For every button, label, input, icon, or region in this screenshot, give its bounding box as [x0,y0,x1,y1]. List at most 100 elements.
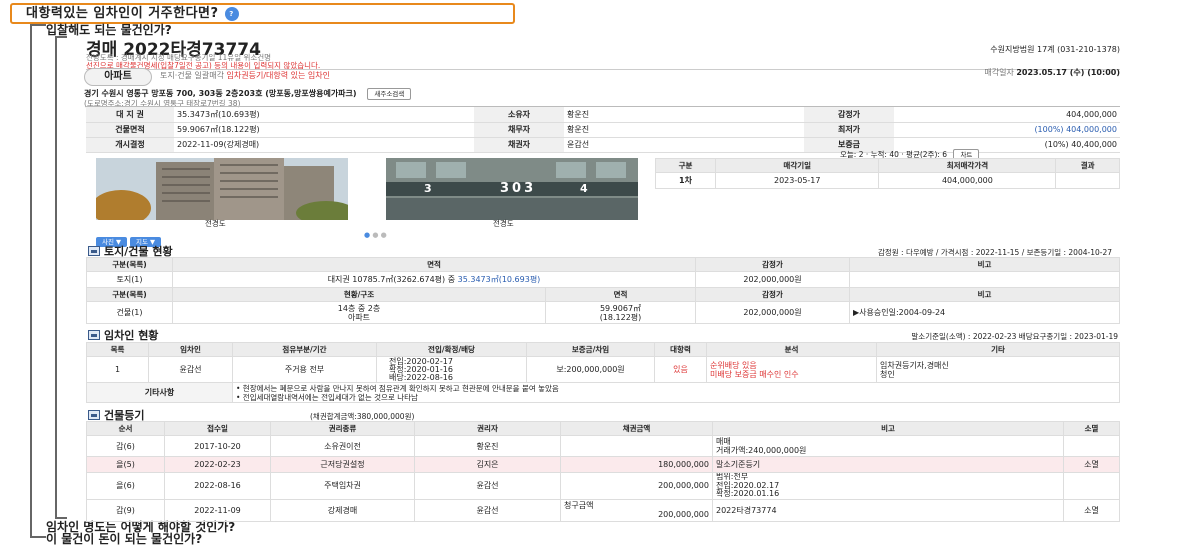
tenant-analysis-2: 미배당 보증금 매수인 인수 [710,369,799,379]
photo-building[interactable] [96,158,348,220]
tenant-col: 목록 [86,342,149,357]
summary-label: 최저가 [804,122,894,138]
type-pill: 아파트 [84,68,152,86]
registry-extinct [1063,435,1120,457]
registry-col: 채권금액 [560,421,713,436]
section-icon [88,410,100,420]
registry-extinct: 소멸 [1063,456,1120,473]
summary-value: 2022-11-09(강제경매) [174,137,474,153]
building-structure: 14층 중 2층 아파트 [172,301,546,324]
registry-row: 을(6) 2022-08-16 주택임차권 윤갑선 200,000,000 범위… [86,472,1120,500]
summary-label: 소유자 [474,107,564,123]
building-col: 면적 [545,287,696,302]
tenant-analysis-1: 순위배당 있음 [710,360,757,370]
registry-date: 2022-11-09 [164,498,271,522]
registry-holder: 윤갑선 [414,498,561,522]
registry-col: 접수일 [164,421,271,436]
question-1: 대항력있는 임차인이 거주한다면? [26,6,219,21]
bid-history-table: 구분 매각기일 최저매각가격 결과 1차 2023-05-17 404,000,… [655,158,1120,189]
registry-note-1: 매매 [716,437,731,446]
inner-bracket [55,36,67,519]
registry-header: 순서 접수일 권리종류 권리자 채권금액 비고 소멸 [86,421,1120,436]
tenant-section-title: 임차인 현황 [88,327,158,343]
court-info: 수원지방법원 17계 (031-210-1378) [990,45,1120,54]
tenant-part: 주거용 전부 [232,356,377,383]
land-area-text: 대지권 10785.7㎡(3262.674평) 중 [327,275,458,284]
registry-order: 을(6) [86,472,165,500]
building-cell: ▶사용승인일:2004-09-24 [849,301,1120,324]
sale-date-label: 매각일자 [984,68,1017,77]
summary-table: 대 지 권 35.3473㎡(10.693평) 소유자 황운진 감정가 404,… [86,106,1120,153]
tenant-col: 임차인 [148,342,233,357]
registry-extinct: 소멸 [1063,498,1120,522]
summary-row: 대 지 권 35.3473㎡(10.693평) 소유자 황운진 감정가 404,… [86,107,1120,123]
registry-note-2: 거래가액:240,000,000원 [716,446,807,455]
type-note-red: 임차권등기/대항력 있는 임차인 [226,71,330,80]
registry-extinct [1063,472,1120,500]
tenant-misc-1: • 현장에서는 폐문으로 사람을 만나지 못하여 점유관계 확인하지 못하고 현… [236,383,559,393]
land-col: 감정가 [695,257,850,272]
registry-amount: 200,000,000 [560,472,713,500]
bid-round: 1차 [655,172,716,189]
land-col: 구분(목록) [86,257,173,272]
registry-col: 권리종류 [270,421,415,436]
registry-kind: 소유권이전 [270,435,415,457]
land-table: 구분(목록) 면적 감정가 비고 토지(1) 대지권 10785.7㎡(3262… [86,257,1120,324]
tenant-col: 전입/확정/배당 [376,342,527,357]
tenant-deposit: 보:200,000,000원 [526,356,655,383]
address-search-button[interactable]: 새주소검색 [367,88,412,100]
registry-note: 2022타경73774 [712,498,1064,522]
registry-amount: 180,000,000 [560,456,713,473]
tenant-row: 1 윤갑선 주거용 전부 전입:2020-02-17 확정:2020-01-16 배… [86,356,1120,383]
registry-col: 비고 [712,421,1064,436]
land-header: 구분(목록) 면적 감정가 비고 [86,257,1120,272]
help-icon: ? [224,6,239,21]
tenant-col: 점유부분/기간 [232,342,377,357]
registry-note: 말소기준등기 [712,456,1064,473]
building-header: 구분(목록) 현황/구조 면적 감정가 비고 [86,287,1120,302]
tenant-etc-1: 임차권등기자,경매신 [880,360,949,370]
tenant-misc-label: 기타사항 [86,382,233,403]
section-icon [88,246,100,256]
sign-number-left: 3 [424,182,432,195]
registry-order: 갑(6) [86,435,165,457]
registry-col: 권리자 [414,421,561,436]
registry-claim-amount: 200,000,000 [658,510,709,519]
bid-col: 최저매각가격 [878,158,1057,173]
carousel-dots: ● ● ● [364,231,387,239]
section-icon [88,330,100,340]
summary-label: 채권자 [474,137,564,153]
land-area: 대지권 10785.7㎡(3262.674평) 중 35.3473㎡(10.69… [172,271,696,288]
registry-holder: 황운진 [414,435,561,457]
land-col: 면적 [172,257,696,272]
tenant-misc-2: • 전입세대열람내역서에는 전입세대가 없는 것으로 나타남 [236,392,418,402]
address-text: 경기 수원시 영통구 망포동 700, 303동 2층203호 (망포동,망포쌍… [84,89,357,98]
land-row: 토지(1) 대지권 10785.7㎡(3262.674평) 중 35.3473㎡… [86,271,1120,288]
building-row: 건물(1) 14층 중 2층 아파트 59.9067㎡ (18.122평) 202,… [86,301,1120,324]
registry-kind: 주택임차권 [270,472,415,500]
building-area: 59.9067㎡ (18.122평) [545,301,696,324]
land-area-share: 35.3473㎡(10.693평) [457,275,541,284]
registry-order: 갑(9) [86,498,165,522]
registry-order: 을(5) [86,456,165,473]
tenant-col: 분석 [706,342,877,357]
tenant-col: 기타 [876,342,1120,357]
registry-amount: 청구금액 200,000,000 [560,498,713,522]
tenant-daehang: 있음 [654,356,707,383]
tenant-no: 1 [86,356,149,383]
sale-date: 매각일자 2023.05.17 (수) (10:00) [984,67,1120,78]
building-col: 감정가 [695,287,850,302]
tenant-etc-2: 청인 [880,369,895,379]
registry-date: 2022-02-23 [164,456,271,473]
building-photo-image [96,158,348,220]
building-floor: 14층 중 2층 [337,303,381,313]
building-area-m2: 59.9067㎡ [599,303,642,313]
registry-table: 순서 접수일 권리종류 권리자 채권금액 비고 소멸 갑(6) 2017-10-… [86,421,1120,522]
summary-label: 대 지 권 [86,107,174,123]
registry-col: 소멸 [1063,421,1120,436]
bid-date: 2023-05-17 [714,172,880,189]
photo-caption: 전경도 [205,219,226,228]
summary-label: 개시결정 [86,137,174,153]
tenant-dates: 전입:2020-02-17 확정:2020-01-16 배당:2022-08-16 [376,356,527,383]
summary-label: 건물면적 [86,122,174,138]
